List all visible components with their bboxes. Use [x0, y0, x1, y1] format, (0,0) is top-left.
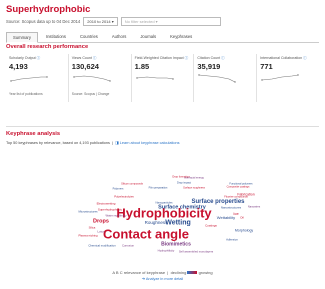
keyphrase-word[interactable]: Superhydrophobic [98, 208, 122, 212]
legend-declining: declining [170, 270, 187, 275]
tab-summary[interactable]: Summary [6, 32, 38, 43]
keyphrase-word[interactable]: Film preparation [149, 187, 168, 191]
tab-keyphrases[interactable]: Keyphrases [164, 32, 198, 41]
sparkline [73, 75, 111, 82]
keyphrase-word[interactable]: Lotus [97, 230, 104, 234]
keyphrase-subtitle-row: Top 50 keyphrases by relevance, based on… [6, 141, 180, 145]
keyphrase-subtitle: Top 50 keyphrases by relevance, based on… [6, 141, 110, 145]
metric-fwci[interactable]: Field-Weighted Citation Impact ⓘ 1.85 [132, 54, 195, 102]
keyphrase-word[interactable]: Oil [240, 216, 244, 220]
keyphrase-word[interactable]: Morphology [235, 229, 253, 233]
keyphrase-word[interactable]: Wettability [217, 216, 235, 220]
keyphrase-word[interactable]: Silicon compounds [121, 183, 143, 187]
keyphrase-word[interactable]: Nanoparticles [155, 201, 172, 205]
learn-link[interactable]: Learn about keyphrase calculations [120, 141, 180, 145]
keyphrase-word[interactable]: Plasma etching [78, 234, 97, 238]
tab-journals[interactable]: Journals [134, 32, 162, 41]
metric-label: Field-Weighted Citation Impact [134, 56, 184, 60]
section-divider [6, 126, 319, 127]
metric-label: Citation Count [197, 56, 221, 60]
keyphrase-word[interactable]: Chemical modification [88, 244, 115, 248]
keyphrase-cloud: Hydrophobicity Contact angle Wetting Surfac… [6, 148, 319, 281]
report-header: Superhydrophobic Source: Scopus data up … [6, 4, 319, 26]
keyphrase-word[interactable]: Nanostructures [221, 206, 241, 210]
keyphrase-word[interactable]: Self assembled monolayers [179, 250, 213, 254]
source-label: Source: Scopus data up to 04 Dec 2014 [6, 19, 81, 24]
keyphrase-word[interactable]: Functional polymers [229, 183, 252, 187]
metric-foot[interactable]: Source: Scopus | Change [72, 92, 110, 96]
page-title: Superhydrophobic [6, 4, 91, 15]
info-icon[interactable]: ⓘ [185, 56, 189, 60]
keyphrase-word[interactable]: Surface chemistry [158, 205, 206, 211]
info-icon[interactable]: ⓘ [221, 56, 225, 60]
filter-select[interactable]: No filter selected ▾ [120, 17, 221, 26]
keyphrase-word[interactable]: Fluorine compounds [224, 196, 248, 200]
keyphrase-word[interactable]: Microstructures [78, 210, 97, 214]
sparkline [261, 74, 299, 81]
learn-icon[interactable]: ◨ [115, 141, 119, 145]
metric-label: Views Count [71, 56, 92, 60]
filter-placeholder: No filter selected [124, 19, 155, 24]
keyphrase-word[interactable]: Polymers [113, 188, 124, 192]
keyphrase-word[interactable]: Coatings [205, 224, 217, 228]
keyphrase-word[interactable]: Hydrophilicity [158, 249, 175, 253]
keyphrase-word[interactable]: Drop formation [172, 176, 189, 180]
tab-institutions[interactable]: Institutions [40, 32, 72, 41]
year-range-select[interactable]: 2010 to 2014 ▾ [83, 17, 118, 26]
metric-value: 771 [260, 62, 273, 71]
year-range-value: 2010 to 2014 [87, 19, 111, 24]
keyphrase-word[interactable]: Silica [89, 226, 96, 230]
keyphrase-word[interactable]: Drops [93, 219, 109, 225]
tab-countries[interactable]: Countries [74, 32, 104, 41]
keyphrase-word[interactable]: Electrowetting [97, 202, 116, 206]
info-icon[interactable]: ⓘ [37, 56, 41, 60]
metric-foot[interactable]: Year list of publications [9, 92, 43, 96]
metric-citation-count[interactable]: Citation Count ⓘ 35,919 [194, 54, 258, 102]
keyphrase-word[interactable]: Adhesion [226, 238, 238, 242]
source-row: Source: Scopus data up to 04 Dec 2014 20… [6, 17, 319, 26]
metric-value: 130,624 [71, 62, 99, 71]
keyphrase-word[interactable]: Polyelectrolytes [114, 195, 134, 199]
cloud-legend: A B C relevance of keyphrase | declining… [112, 270, 213, 275]
metric-value: 4,193 [9, 62, 28, 71]
keyphrase-word[interactable]: Composite coatings [227, 186, 250, 190]
tab-bar: Summary Institutions Countries Authors J… [6, 32, 319, 43]
info-icon[interactable]: ⓘ [303, 56, 307, 60]
sparkline [135, 76, 174, 80]
analyze-link-row[interactable]: ➔ Analyze in more detail [6, 276, 319, 281]
keyphrase-word[interactable]: Nanowires [248, 206, 260, 210]
keyphrase-word[interactable]: Corrosion [122, 244, 134, 248]
sparkline [10, 76, 48, 82]
legend-relevance: A B C relevance of keyphrase [112, 270, 166, 275]
keyphrase-word[interactable]: Surface roughness [183, 187, 205, 191]
legend-growing: growing [198, 270, 213, 275]
analyze-link[interactable]: Analyze in more detail [146, 277, 183, 281]
legend-color-bar [187, 271, 198, 275]
metrics-panel: Scholarly Output ⓘ 4,193 Year list of pu… [6, 54, 319, 102]
metric-scholarly-output[interactable]: Scholarly Output ⓘ 4,193 Year list of pu… [6, 54, 69, 102]
keyphrase-word[interactable]: Drop impact [177, 182, 191, 186]
metric-value: 1.85 [134, 62, 150, 71]
keyphrase-word[interactable]: Contact angle [103, 228, 189, 241]
metric-label: International Collaboration [260, 56, 303, 60]
info-icon[interactable]: ⓘ [93, 56, 97, 60]
keyphrase-word[interactable]: Roughness [145, 220, 168, 226]
metric-label: Scholarly Output [9, 56, 36, 60]
keyphrase-title: Keyphrase analysis [6, 131, 61, 137]
keyphrase-word[interactable]: Ice [233, 212, 238, 216]
analyze-arrow-icon: ➔ [141, 277, 145, 281]
metric-international-collaboration[interactable]: International Collaboration ⓘ 771 [257, 54, 319, 102]
keyphrase-word[interactable]: Wetting [165, 220, 191, 227]
tab-authors[interactable]: Authors [106, 32, 132, 41]
overall-title: Overall research performance [6, 44, 89, 50]
sparkline [198, 74, 237, 83]
metric-value: 35,919 [197, 62, 221, 71]
keyphrase-word[interactable]: Water repellency [106, 214, 127, 218]
metric-views-count[interactable]: Views Count ⓘ 130,624 Source: Scopus | C… [69, 54, 132, 102]
keyphrase-word[interactable]: Biomimetics [161, 242, 191, 248]
